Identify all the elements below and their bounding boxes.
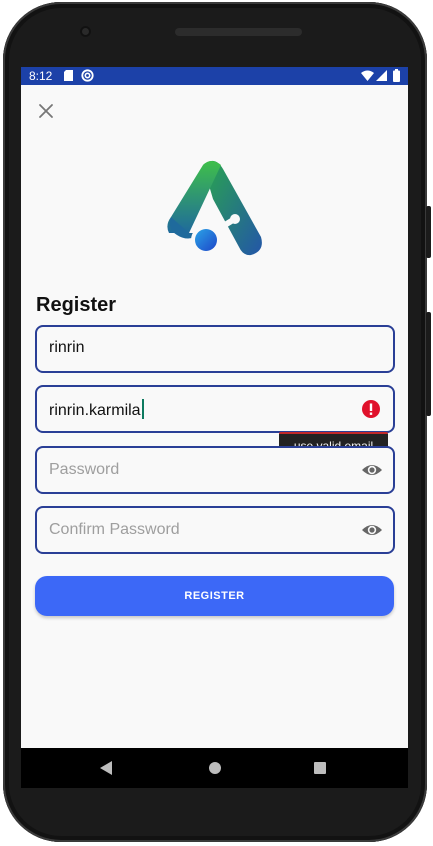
- app-screen: 8:12 Register rinrin rinrin.karmila REGI…: [21, 67, 408, 748]
- sd-card-icon: [64, 70, 73, 81]
- password-field[interactable]: [35, 446, 395, 494]
- email-value-wrapper[interactable]: rinrin.karmila: [49, 399, 144, 420]
- system-nav-bar: [21, 748, 408, 788]
- email-field[interactable]: rinrin.karmila: [35, 385, 395, 433]
- status-time: 8:12: [29, 69, 53, 83]
- status-bar: 8:12: [21, 67, 408, 85]
- error-icon[interactable]: [361, 399, 381, 419]
- register-button[interactable]: REGISTER: [35, 576, 394, 616]
- name-value[interactable]: rinrin: [49, 339, 85, 357]
- eye-icon[interactable]: [361, 460, 383, 480]
- recents-icon[interactable]: [314, 762, 326, 774]
- vpn-icon: [81, 69, 94, 82]
- volume-button: [426, 312, 431, 416]
- signal-icon: [376, 70, 387, 81]
- eye-icon[interactable]: [361, 520, 383, 540]
- name-field[interactable]: rinrin: [35, 325, 395, 373]
- email-value[interactable]: rinrin.karmila: [49, 402, 141, 419]
- back-icon[interactable]: [99, 760, 113, 776]
- text-caret: [141, 399, 144, 419]
- confirm-password-field[interactable]: [35, 506, 395, 554]
- front-camera: [80, 26, 91, 37]
- close-icon[interactable]: [35, 100, 57, 122]
- wifi-icon: [361, 70, 374, 81]
- battery-icon: [393, 69, 400, 82]
- app-logo: [167, 160, 262, 256]
- power-button: [426, 206, 431, 258]
- page-title: Register: [36, 294, 117, 316]
- home-icon[interactable]: [209, 762, 221, 774]
- confirm-password-input[interactable]: [49, 508, 349, 552]
- earpiece-speaker: [175, 28, 302, 36]
- password-input[interactable]: [49, 448, 349, 492]
